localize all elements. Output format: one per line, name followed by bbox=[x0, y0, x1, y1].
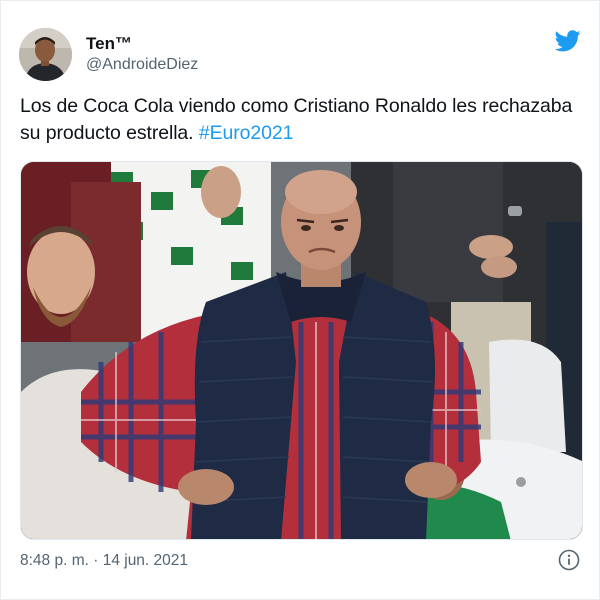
avatar[interactable] bbox=[19, 27, 72, 81]
author-handle[interactable]: @AndroideDiez bbox=[86, 55, 198, 75]
display-name[interactable]: Ten™ bbox=[86, 33, 198, 54]
info-icon[interactable] bbox=[558, 549, 580, 571]
tweet-header: Ten™ @AndroideDiez bbox=[19, 26, 583, 82]
hashtag-link[interactable]: #Euro2021 bbox=[199, 122, 294, 144]
photo-illustration bbox=[21, 162, 582, 539]
tweet-timestamp[interactable]: 8:48 p. m. · 14 jun. 2021 bbox=[20, 551, 188, 571]
tweet-body: Los de Coca Cola viendo como Cristiano R… bbox=[20, 95, 573, 144]
bird-icon[interactable] bbox=[555, 30, 581, 52]
author-names: Ten™ @AndroideDiez bbox=[86, 33, 198, 75]
tweet-text: Los de Coca Cola viendo como Cristiano R… bbox=[20, 93, 582, 147]
tweet-card: Ten™ @AndroideDiez Los de Coca Cola vien… bbox=[0, 0, 600, 600]
tweet-photo[interactable] bbox=[20, 161, 583, 540]
